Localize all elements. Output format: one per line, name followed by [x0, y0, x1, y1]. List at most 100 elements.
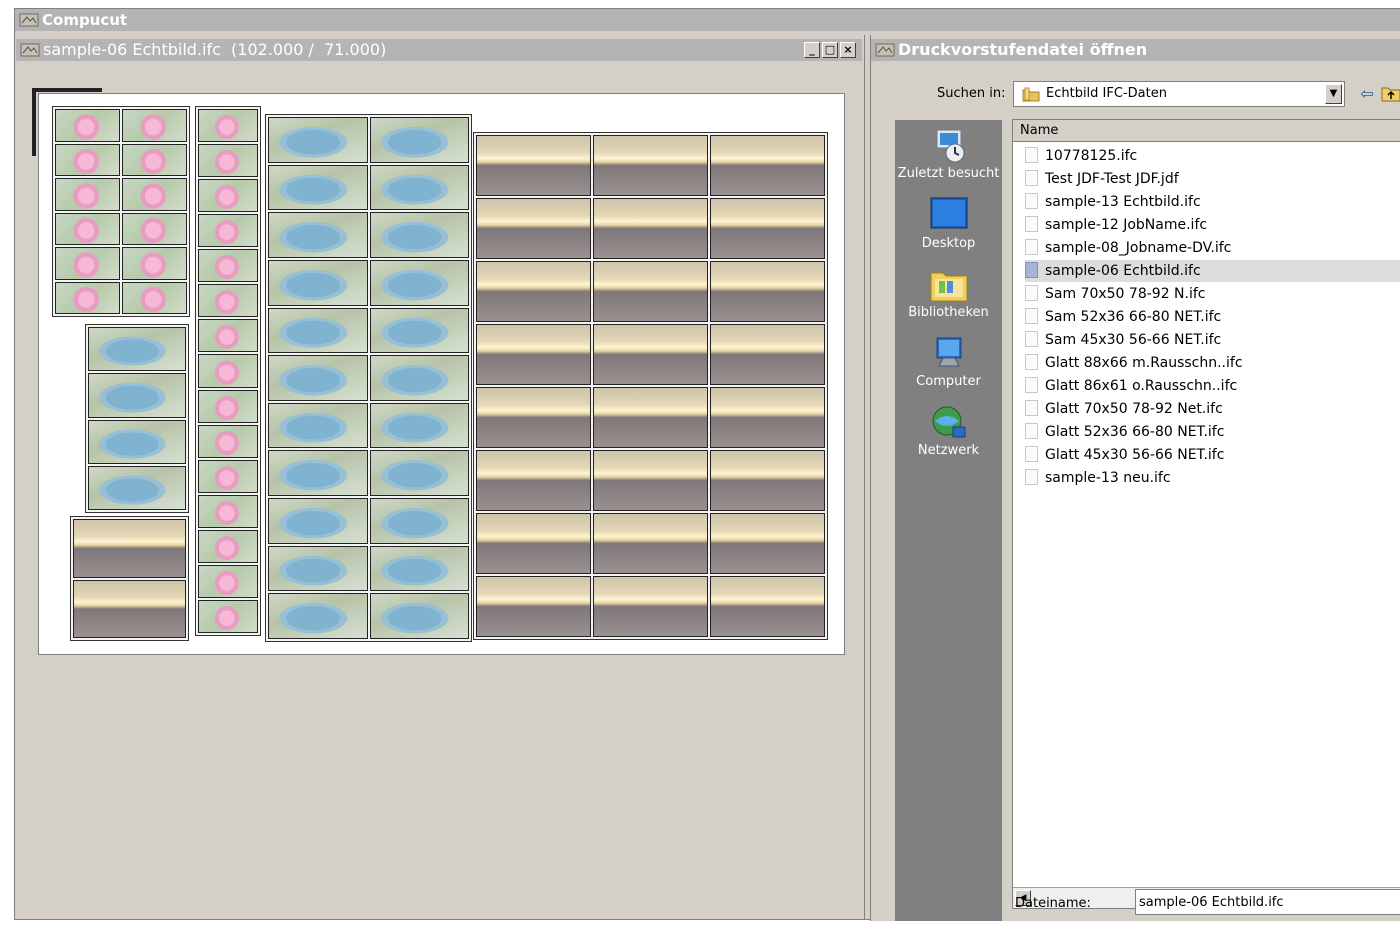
- file-name: Sam 45x30 56-66 NET.ifc: [1045, 332, 1222, 348]
- sheet-layout-canvas[interactable]: [32, 88, 845, 655]
- place-label: Computer: [916, 374, 981, 389]
- file-row[interactable]: Glatt 88x66 m.Rausschn..ifc: [1025, 352, 1243, 374]
- file-list[interactable]: Name 10778125.ifc Test JDF-Test JDF.jdf sa…: [1012, 119, 1400, 909]
- file-row[interactable]: sample-08_Jobname-DV.ifc: [1025, 237, 1231, 259]
- image-tile: [710, 324, 825, 385]
- image-tile: [198, 319, 258, 353]
- image-tile: [369, 593, 469, 639]
- image-tile: [593, 198, 708, 259]
- image-tile: [268, 307, 368, 354]
- file-name: Test JDF-Test JDF.jdf: [1045, 171, 1179, 187]
- file-name: Glatt 70x50 78-92 Net.ifc: [1045, 401, 1223, 417]
- image-tile: [122, 212, 187, 245]
- image-tile: [55, 247, 120, 280]
- file-icon: [1025, 377, 1038, 393]
- place-label: Desktop: [921, 236, 976, 251]
- image-tile: [710, 135, 825, 196]
- imposition-block[interactable]: [195, 106, 261, 636]
- chevron-down-icon[interactable]: ▼: [1325, 84, 1342, 104]
- file-row[interactable]: Test JDF-Test JDF.jdf: [1025, 168, 1179, 190]
- window-controls: _ □ ×: [804, 42, 856, 58]
- back-arrow-icon[interactable]: ⇦: [1357, 84, 1377, 104]
- image-tile: [369, 164, 469, 211]
- file-icon: [1025, 400, 1038, 416]
- imposition-block[interactable]: [85, 324, 189, 513]
- image-tile: [268, 355, 368, 401]
- place-network[interactable]: Netzwerk: [895, 403, 1002, 458]
- app-titlebar: Compucut: [15, 9, 1400, 31]
- file-row[interactable]: sample-12 JobName.ifc: [1025, 214, 1207, 236]
- imposition-block[interactable]: [473, 132, 828, 640]
- image-tile: [369, 450, 469, 497]
- document-window: sample-06 Echtbild.ifc (102.000 / 71.000…: [16, 35, 865, 919]
- image-tile: [268, 117, 368, 163]
- file-name: sample-06 Echtbild.ifc: [1045, 263, 1201, 279]
- image-tile: [268, 259, 368, 306]
- imposition-block[interactable]: [70, 516, 189, 641]
- place-recent[interactable]: Zuletzt besucht: [895, 126, 1002, 181]
- file-row[interactable]: sample-13 neu.ifc: [1025, 467, 1171, 489]
- image-tile: [198, 529, 258, 563]
- file-row[interactable]: Glatt 86x61 o.Rausschn..ifc: [1025, 375, 1237, 397]
- look-in-label: Suchen in:: [937, 86, 1006, 101]
- image-tile: [198, 564, 258, 598]
- image-tile: [198, 109, 258, 143]
- file-icon: [1025, 262, 1038, 278]
- image-tile: [198, 459, 258, 493]
- image-tile: [88, 465, 186, 510]
- file-row[interactable]: sample-13 Echtbild.ifc: [1025, 191, 1201, 213]
- file-row[interactable]: Glatt 45x30 56-66 NET.ifc: [1025, 444, 1224, 466]
- image-tile: [268, 498, 368, 544]
- imposition-block[interactable]: [265, 114, 472, 642]
- app-title: Compucut: [42, 11, 128, 29]
- place-desktop[interactable]: Desktop: [895, 196, 1002, 251]
- file-row[interactable]: sample-06 Echtbild.ifc: [1025, 260, 1400, 282]
- file-name: sample-12 JobName.ifc: [1045, 217, 1208, 233]
- file-name: Glatt 86x61 o.Rausschn..ifc: [1045, 378, 1238, 394]
- image-tile: [88, 327, 186, 372]
- document-titlebar[interactable]: sample-06 Echtbild.ifc (102.000 / 71.000…: [16, 39, 862, 61]
- image-tile: [369, 307, 469, 354]
- place-computer[interactable]: Computer: [895, 334, 1002, 389]
- file-icon: [1025, 170, 1038, 186]
- file-icon: [1025, 354, 1038, 370]
- image-tile: [593, 261, 708, 322]
- file-row[interactable]: 10778125.ifc: [1025, 145, 1137, 167]
- image-tile: [198, 389, 258, 423]
- file-name: Glatt 52x36 66-80 NET.ifc: [1045, 424, 1225, 440]
- file-icon: [1025, 423, 1038, 439]
- file-row[interactable]: Sam 45x30 56-66 NET.ifc: [1025, 329, 1221, 351]
- image-tile: [369, 259, 469, 306]
- file-name: sample-13 neu.ifc: [1045, 470, 1171, 486]
- image-tile: [710, 513, 825, 574]
- imposition-block[interactable]: [52, 106, 190, 317]
- open-file-dialog: Druckvorstufendatei öffnen Suchen in: Ec…: [870, 35, 1400, 921]
- document-logo-icon: [20, 43, 40, 57]
- image-tile: [710, 261, 825, 322]
- filename-input[interactable]: [1135, 889, 1400, 915]
- up-folder-icon[interactable]: [1381, 84, 1400, 104]
- file-icon: [1025, 331, 1038, 347]
- dialog-title: Druckvorstufendatei öffnen: [898, 40, 1148, 59]
- image-tile: [476, 135, 591, 196]
- image-tile: [369, 545, 469, 592]
- file-row[interactable]: Sam 70x50 78-92 N.ifc: [1025, 283, 1206, 305]
- look-in-dropdown[interactable]: Echtbild IFC-Daten ▼: [1013, 81, 1345, 107]
- image-tile: [593, 513, 708, 574]
- image-tile: [198, 494, 258, 528]
- minimize-button[interactable]: _: [804, 42, 820, 58]
- file-row[interactable]: Sam 52x36 66-80 NET.ifc: [1025, 306, 1221, 328]
- restore-button[interactable]: □: [822, 42, 838, 58]
- image-tile: [122, 178, 187, 211]
- dialog-titlebar[interactable]: Druckvorstufendatei öffnen: [871, 39, 1400, 61]
- image-tile: [476, 387, 591, 448]
- image-tile: [710, 387, 825, 448]
- column-header-name[interactable]: Name: [1013, 120, 1400, 142]
- close-button[interactable]: ×: [840, 42, 856, 58]
- file-icon: [1025, 446, 1038, 462]
- recent-places-icon: [929, 126, 969, 163]
- place-libraries[interactable]: Bibliotheken: [895, 265, 1002, 320]
- file-row[interactable]: Glatt 70x50 78-92 Net.ifc: [1025, 398, 1223, 420]
- image-tile: [198, 214, 258, 248]
- file-row[interactable]: Glatt 52x36 66-80 NET.ifc: [1025, 421, 1224, 443]
